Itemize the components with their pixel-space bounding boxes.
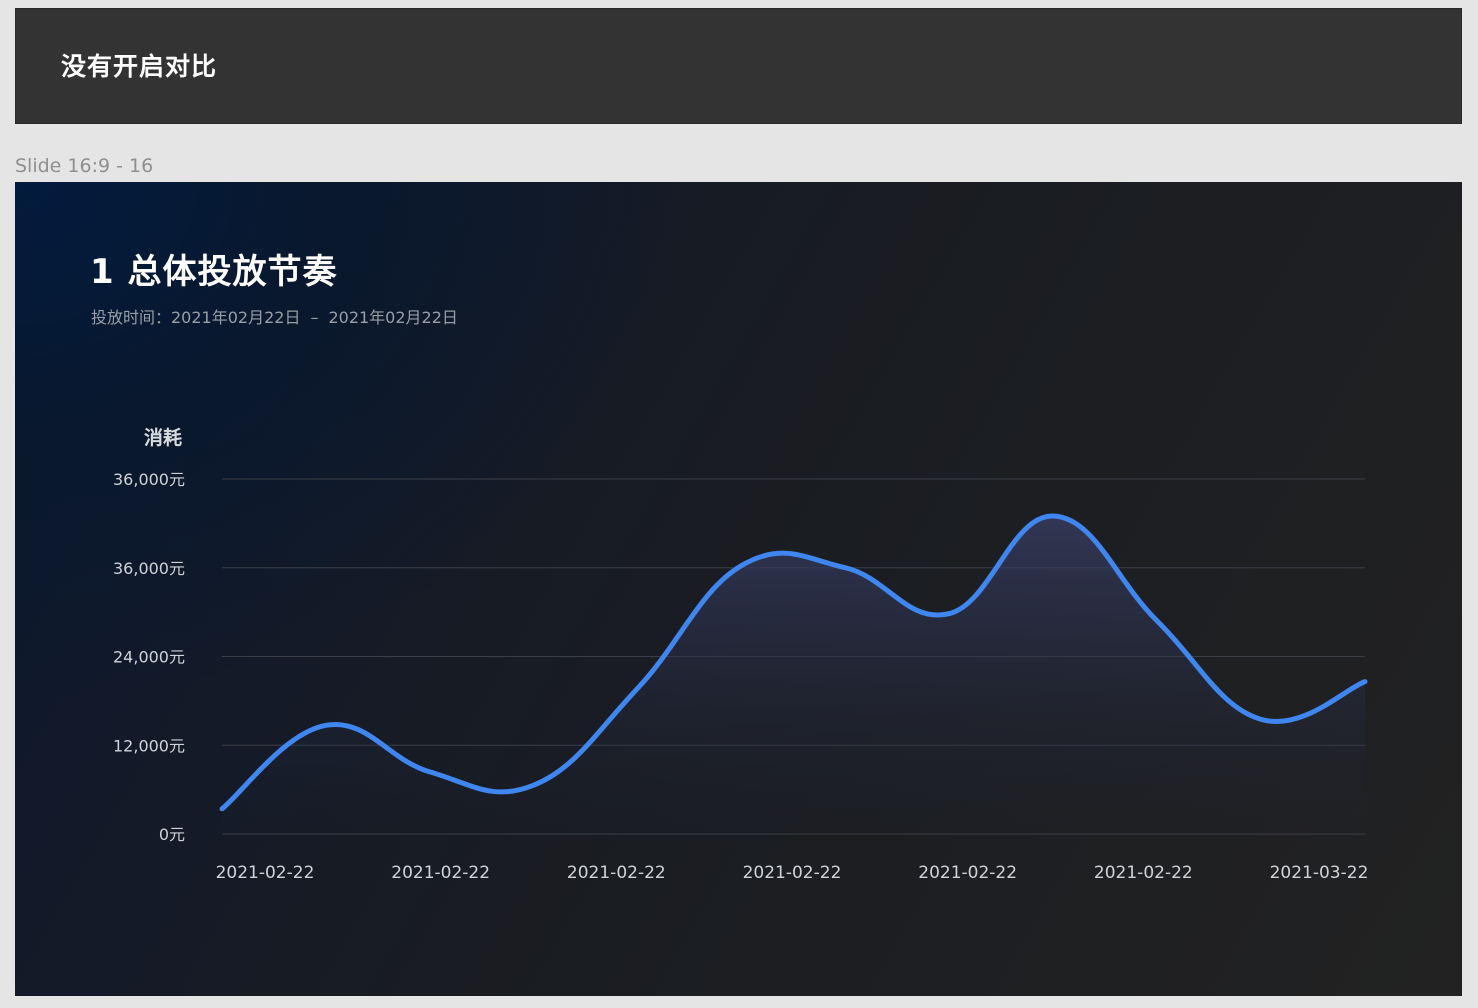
- y-axis-ticks: 0元 12,000元 24,000元 36,000元 36,000元: [113, 470, 185, 844]
- x-tick-label: 2021-03-22: [1270, 863, 1369, 883]
- x-tick-label: 2021-02-22: [918, 863, 1017, 883]
- y-tick-label: 12,000元: [113, 736, 185, 755]
- slide-frame[interactable]: 1 总体投放节奏 投放时间：2021年02月22日 –2021年02月22日 消耗…: [15, 182, 1462, 996]
- spend-area-chart: 消耗 0元 12,000元 24,000元 36,000元 36,000元 2021-0…: [113, 426, 1369, 883]
- x-axis-ticks: 2021-02-22 2021-02-22 2021-02-22 2021-02-22…: [216, 863, 1369, 883]
- x-tick-label: 2021-02-22: [216, 863, 315, 883]
- x-tick-label: 2021-02-22: [567, 863, 666, 883]
- x-tick-label: 2021-02-22: [391, 863, 490, 883]
- y-axis-title: 消耗: [144, 426, 182, 449]
- header-banner: 没有开启对比: [15, 8, 1462, 124]
- y-tick-label: 24,000元: [113, 648, 185, 667]
- frame-label[interactable]: Slide 16:9 - 16: [15, 153, 153, 179]
- x-tick-label: 2021-02-22: [743, 863, 842, 883]
- series-layer: [219, 513, 1368, 834]
- y-tick-label: 36,000元: [113, 559, 185, 578]
- series-area: [222, 515, 1365, 834]
- y-tick-label: 36,000元: [113, 470, 185, 489]
- x-tick-label: 2021-02-22: [1094, 863, 1193, 883]
- header-title: 没有开启对比: [61, 52, 218, 81]
- y-tick-label: 0元: [159, 825, 185, 844]
